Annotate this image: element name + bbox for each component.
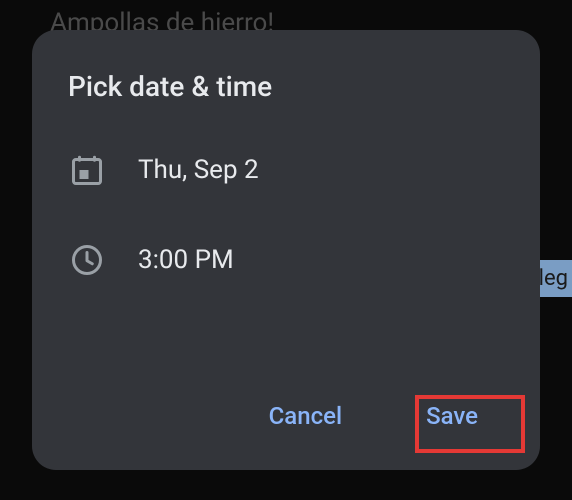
time-row[interactable]: 3:00 PM	[68, 241, 504, 279]
date-value: Thu, Sep 2	[138, 155, 259, 185]
time-value: 3:00 PM	[138, 245, 234, 275]
date-row[interactable]: Thu, Sep 2	[68, 151, 504, 189]
clock-icon	[68, 241, 106, 279]
dialog-button-row: Cancel Save	[68, 390, 504, 442]
save-button[interactable]: Save	[408, 390, 496, 442]
dialog-title: Pick date & time	[68, 70, 504, 103]
calendar-icon	[68, 151, 106, 189]
cancel-button[interactable]: Cancel	[251, 390, 360, 442]
date-time-picker-dialog: Pick date & time Thu, Sep 2 3:00 PM Canc…	[32, 30, 540, 470]
